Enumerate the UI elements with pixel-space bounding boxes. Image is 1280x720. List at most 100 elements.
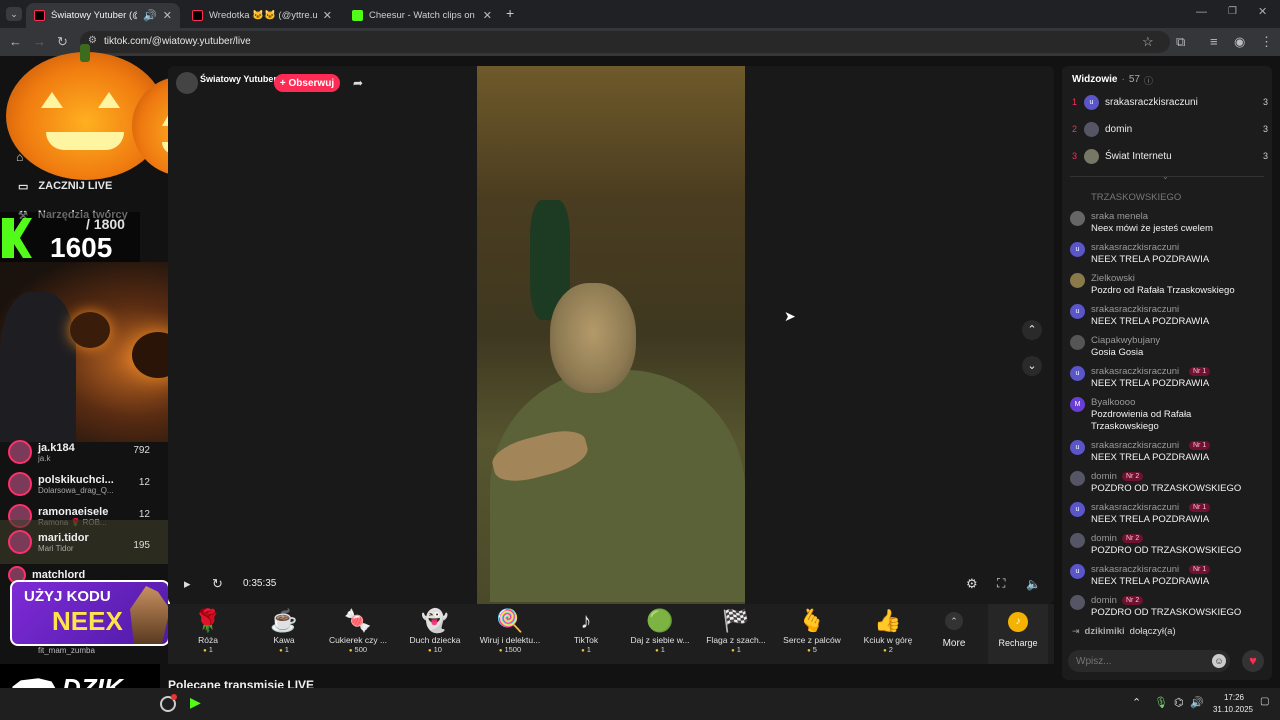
tiktok-icon: ♪ (580, 608, 592, 633)
reload-icon[interactable]: ↻ (57, 34, 68, 50)
fullscreen-icon[interactable]: ⛶ (997, 576, 1005, 591)
chat-username[interactable]: sraka menela (1091, 211, 1148, 222)
avatar: u (1070, 502, 1085, 517)
emoji-icon[interactable]: ☺ (1212, 654, 1226, 668)
gift-item[interactable]: 🌹 Róża1 (173, 608, 243, 654)
gift-item[interactable]: 🍭 Wiruj i delektu...1500 (475, 608, 545, 654)
chat-input-box[interactable]: ☺ (1068, 650, 1230, 672)
gift-item[interactable]: ☕ Kawa1 (249, 608, 319, 654)
gift-price: 1 (625, 645, 695, 654)
chat-username[interactable]: Ciapakwybujany (1091, 335, 1160, 346)
volume-tray-icon[interactable]: 🔊 (1190, 696, 1204, 709)
counter-goal: / 1800 (86, 216, 125, 232)
media-control-icon[interactable]: ≡ (1210, 34, 1218, 49)
minimize-icon[interactable]: — (1196, 6, 1207, 18)
promo-line-1: UŻYJ KODU (24, 588, 111, 605)
chat-username[interactable]: srakasraczkisraczuni (1091, 366, 1179, 377)
chat-username[interactable]: domin (1091, 533, 1117, 544)
profile-icon[interactable]: ◉ (1234, 34, 1245, 50)
collapse-icon[interactable]: ⌄ (1162, 172, 1169, 181)
streaming-app-icon[interactable]: ▶ (190, 694, 201, 711)
chat-input[interactable] (1076, 653, 1196, 669)
url-text[interactable]: tiktok.com/@wiatowy.yutuber/live (104, 36, 251, 47)
network-icon[interactable]: ⌬ (1174, 696, 1184, 709)
tiktok-favicon-icon (34, 10, 45, 21)
chat-username[interactable]: domin (1091, 595, 1117, 606)
menu-icon[interactable]: ⋮ (1260, 34, 1273, 50)
restore-icon[interactable]: ❐ (1228, 6, 1237, 17)
candy-icon: 🍬 (344, 608, 372, 633)
gift-item[interactable]: 🍬 Cukierek czy ...500 (323, 608, 393, 654)
close-tab-icon[interactable]: ✕ (323, 9, 332, 22)
chat-username[interactable]: srakasraczkisraczuni (1091, 564, 1179, 575)
settings-icon[interactable]: ⚙ (966, 576, 978, 592)
play-icon[interactable]: ▸ (184, 576, 191, 592)
avatar: u (1070, 304, 1085, 319)
gift-item[interactable]: 🫰 Serce z palców5 (777, 608, 847, 654)
chat-username[interactable]: srakasraczkisraczuni (1091, 440, 1179, 451)
kick-favicon-icon (352, 10, 363, 21)
close-tab-icon[interactable]: ✕ (483, 9, 492, 22)
tray-chevron-icon[interactable]: ⌃ (1132, 696, 1141, 709)
gift-item[interactable]: ♪ TikTok1 (551, 608, 621, 654)
creator-name[interactable]: Światowy Yutuber (200, 74, 277, 84)
back-icon[interactable]: ← (9, 34, 22, 49)
volume-icon[interactable]: 🔈 (1026, 577, 1041, 591)
previous-stream-icon[interactable]: ⌃ (1022, 320, 1042, 340)
close-window-icon[interactable]: ✕ (1258, 5, 1267, 18)
avatar (1070, 471, 1085, 486)
gift-item[interactable]: 🟢 Daj z siebie w...1 (625, 608, 695, 654)
next-stream-icon[interactable]: ⌄ (1022, 356, 1042, 376)
info-icon[interactable]: ⓘ (1144, 74, 1153, 87)
gift-price: 1 (249, 645, 319, 654)
follow-button[interactable]: + Obserwuj (274, 74, 340, 92)
clock-date[interactable]: 31.10.2025 (1210, 705, 1256, 714)
avatar: u (1084, 94, 1099, 110)
tab-cheesur[interactable]: Cheesur - Watch clips on Kick ✕ (344, 3, 500, 28)
tab-search-button[interactable]: ⌄ (6, 7, 22, 21)
creator-avatar[interactable] (176, 72, 198, 94)
avatar (8, 440, 32, 464)
like-heart-icon[interactable]: ♥ (1242, 650, 1264, 672)
speaker-icon[interactable]: 🔊 (143, 9, 157, 22)
sidebar-item-go-live[interactable]: ▭ ZACZNIJ LIVE (18, 180, 112, 193)
join-username[interactable]: dzikimiki (1085, 626, 1125, 637)
recharge-button[interactable]: ♪ Recharge (988, 604, 1048, 664)
tab-wredotka[interactable]: Wredotka 🐱🐱 (@yttre.uuty) ✕ (184, 3, 340, 28)
gift-item[interactable]: 👻 Duch dziecka10 (400, 608, 470, 654)
close-tab-icon[interactable]: ✕ (163, 9, 172, 22)
live-user-item[interactable]: mari.tidor Mari Tidor 195 (0, 520, 168, 564)
chat-username[interactable]: Byalkoooo (1091, 397, 1135, 408)
more-gifts-button[interactable]: ⌃ More (934, 612, 974, 649)
chat-username[interactable]: Zielkowski (1091, 273, 1135, 284)
extensions-icon[interactable]: ⧉ (1176, 34, 1185, 50)
bottom-user[interactable]: fit_mam_zumba (38, 646, 95, 655)
viewers-count: 57 (1128, 74, 1140, 85)
live-user-item[interactable]: polskikuchci... Dolarsowa_drag_Q... 12 (8, 469, 168, 499)
chat-username[interactable]: srakasraczkisraczuni (1091, 304, 1179, 315)
chat-username[interactable]: domin (1091, 471, 1117, 482)
batman-figure-image (0, 292, 76, 442)
avatar: u (1070, 242, 1085, 257)
top-viewer-row[interactable]: 3 Świat Internetu 3 (1072, 147, 1268, 165)
top-viewer-row[interactable]: 1 u srakasraczkisraczuni 3 (1072, 93, 1268, 111)
finger-heart-icon: 🫰 (798, 608, 826, 633)
tab-swiatowy-yutuber[interactable]: Światowy Yutuber (@wiato 🔊 ✕ (26, 3, 180, 28)
rank-badge: Nr 1 (1189, 503, 1211, 512)
notifications-icon[interactable]: ▢ (1260, 696, 1269, 707)
viewer-name: domin (1105, 123, 1133, 135)
microphone-icon[interactable]: 🎙 (1154, 696, 1168, 709)
gift-item[interactable]: 👍 Kciuk w górę2 (853, 608, 923, 654)
refresh-icon[interactable]: ↻ (212, 576, 223, 592)
ghost-icon: 👻 (421, 608, 449, 633)
chat-username[interactable]: srakasraczkisraczuni (1091, 502, 1179, 513)
chat-username[interactable]: srakasraczkisraczuni (1091, 242, 1179, 253)
live-user-item[interactable]: ja.k184 ja.k 792 (8, 437, 168, 467)
gift-item[interactable]: 🏁 Flaga z szach...1 (701, 608, 771, 654)
top-viewer-row[interactable]: 2 domin 3 (1072, 120, 1268, 138)
new-tab-icon[interactable]: + (506, 5, 514, 21)
share-icon[interactable]: ➦ (353, 76, 363, 90)
clock-time[interactable]: 17:26 (1214, 693, 1254, 702)
forward-icon[interactable]: → (33, 34, 46, 49)
bookmark-star-icon[interactable]: ☆ (1142, 34, 1154, 50)
